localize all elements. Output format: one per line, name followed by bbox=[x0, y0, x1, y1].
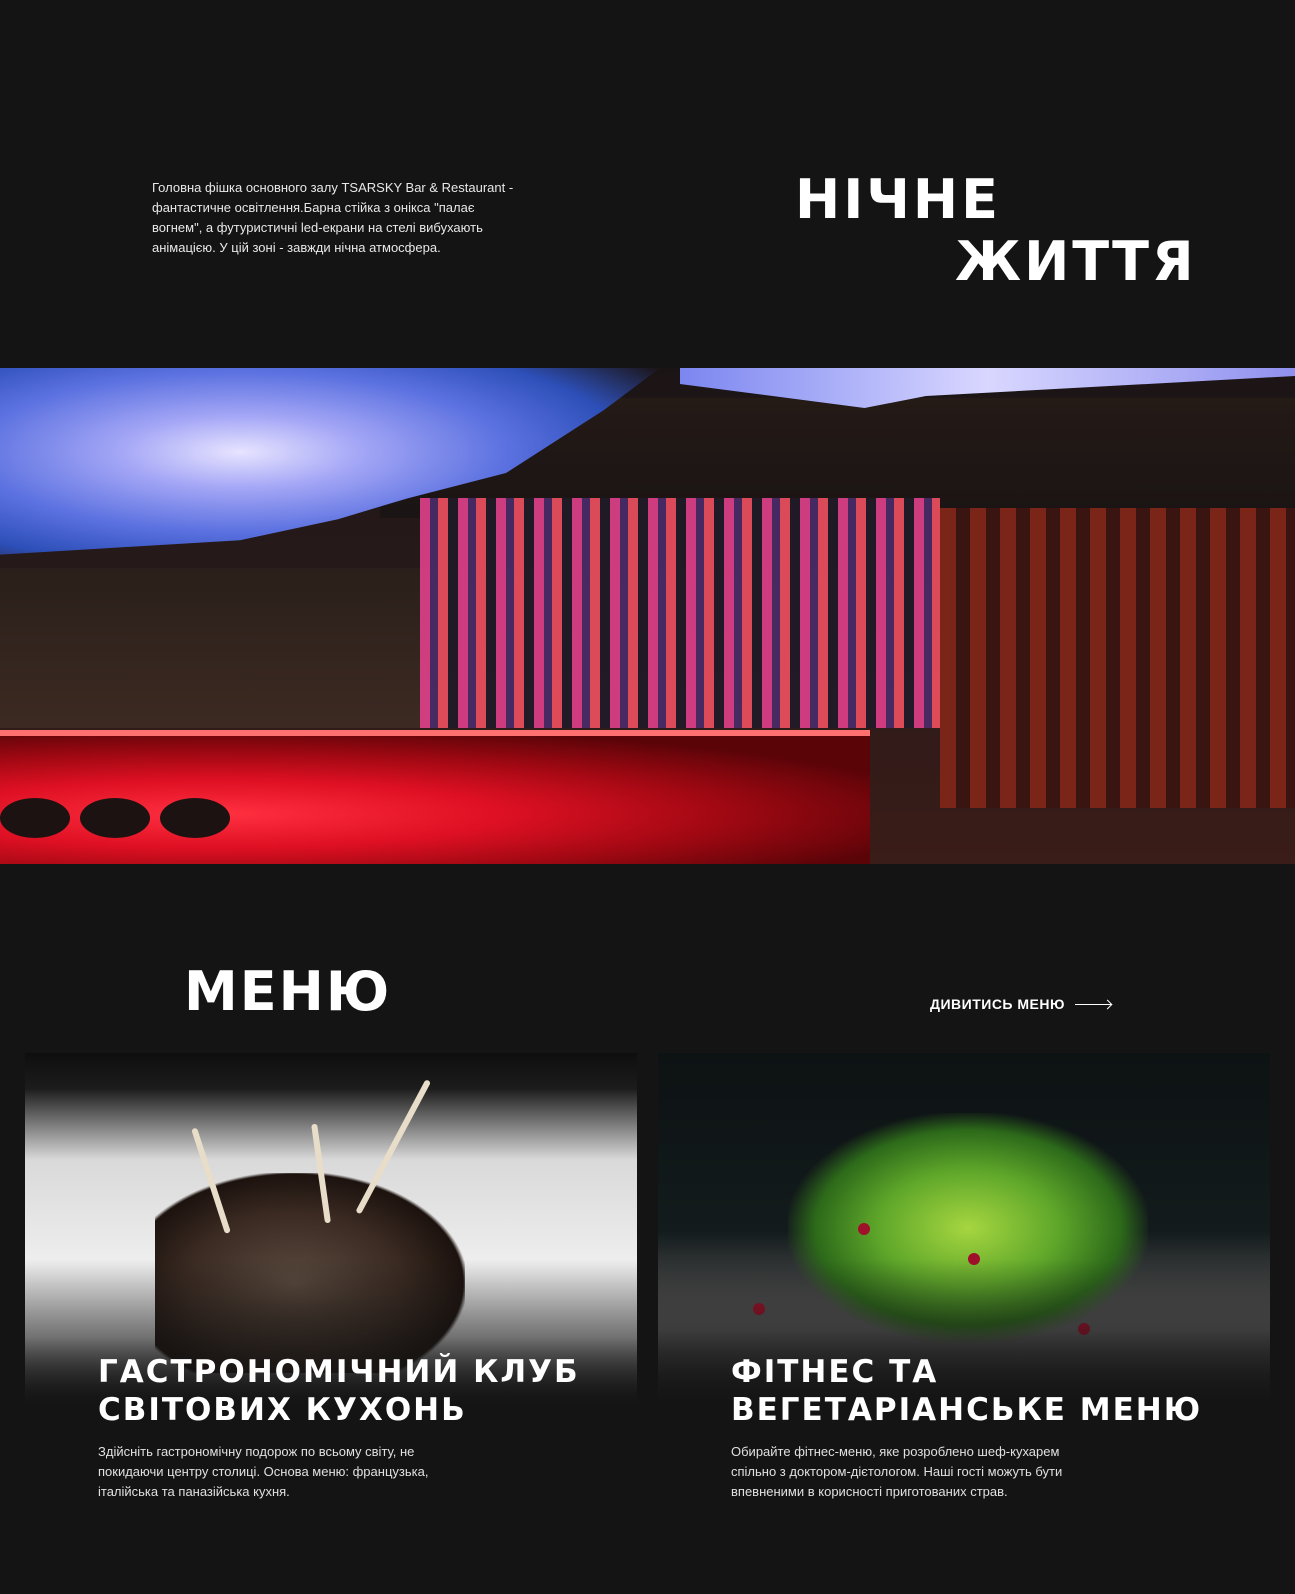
bar-stool bbox=[160, 798, 230, 838]
section-title-line-1: НІЧНЕ bbox=[795, 168, 1002, 231]
bar-stool bbox=[0, 798, 70, 838]
gastro-club-description: Здійсніть гастрономічну подорож по всьом… bbox=[98, 1444, 429, 1499]
menu-heading: МЕНЮ bbox=[184, 960, 392, 1023]
bar-hall-photo bbox=[0, 368, 1295, 864]
wood-wall bbox=[940, 508, 1295, 808]
view-menu-link[interactable]: ДИВИТИСЬ МЕНЮ bbox=[930, 996, 1111, 1012]
view-menu-label: ДИВИТИСЬ МЕНЮ bbox=[930, 996, 1065, 1012]
gastro-club-title[interactable]: ГАСТРОНОМІЧНИЙ КЛУБ СВІТОВИХ КУХОНЬ bbox=[98, 1353, 580, 1429]
bar-stool bbox=[80, 798, 150, 838]
back-wall bbox=[0, 568, 430, 728]
intro-description: Головна фішка основного залу TSARSKY Bar… bbox=[152, 180, 514, 255]
illuminated-slats bbox=[420, 498, 940, 728]
section-title-line-2: ЖИТТЯ bbox=[955, 230, 1197, 293]
fitness-menu-description: Обирайте фітнес-меню, яке розроблено шеф… bbox=[731, 1444, 1063, 1499]
pomegranate-seed bbox=[858, 1223, 870, 1235]
fitness-menu-title[interactable]: ФІТНЕС ТА ВЕГЕТАРІАНСЬКЕ МЕНЮ bbox=[731, 1353, 1202, 1429]
arrow-right-icon bbox=[1074, 1003, 1111, 1005]
